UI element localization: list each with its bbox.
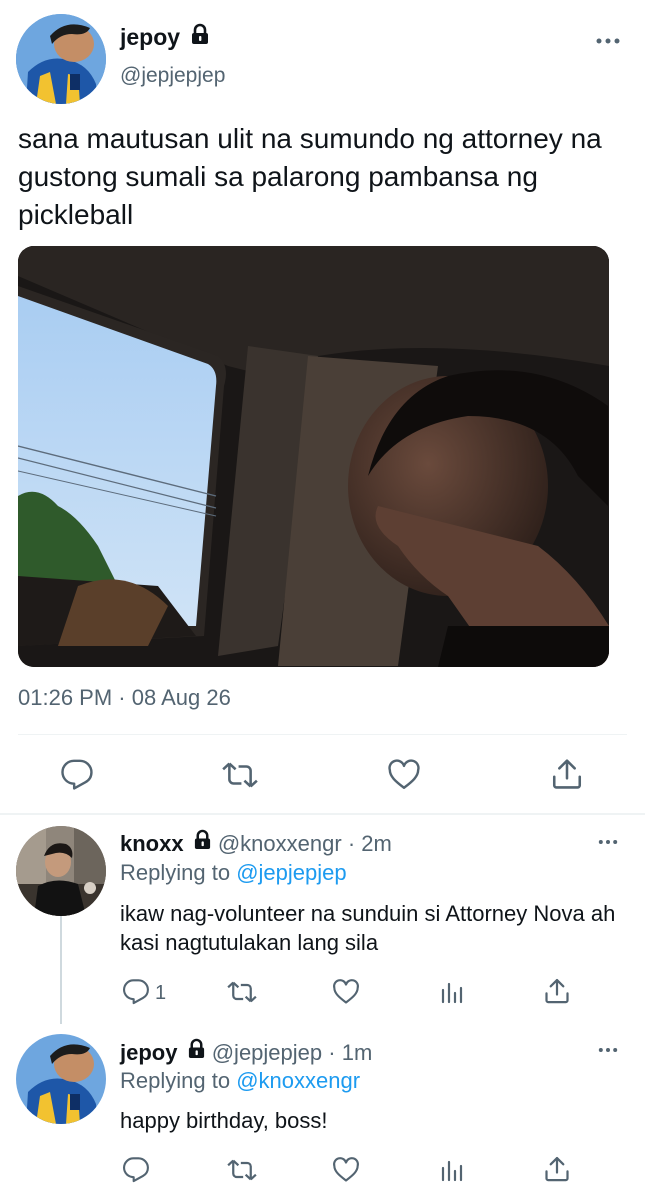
reply-icon[interactable] — [122, 978, 150, 1006]
like-heart-icon[interactable] — [386, 758, 422, 792]
avatar-photo — [16, 14, 106, 104]
tweet-text: sana mautusan ulit na sumundo ng attorne… — [18, 123, 602, 230]
more-options-icon[interactable] — [597, 838, 619, 846]
section-divider — [0, 813, 645, 815]
author-display-name[interactable]: jepoy — [120, 24, 180, 50]
reply-handle[interactable]: @knoxxengr — [218, 831, 342, 856]
tweet-media-photo[interactable] — [18, 246, 609, 667]
car-window-photo — [18, 246, 609, 667]
share-icon[interactable] — [550, 756, 584, 792]
avatar-photo — [16, 826, 106, 916]
reply-display-name[interactable]: jepoy — [120, 1040, 177, 1065]
like-heart-icon[interactable] — [331, 978, 361, 1006]
replying-to-line: Replying to @jepjepjep — [120, 859, 347, 887]
lock-icon — [193, 829, 212, 857]
retweet-icon[interactable] — [227, 978, 257, 1006]
reply-text: ikaw nag-volunteer na sunduin si Attorne… — [120, 901, 616, 955]
replying-to-label: Replying to — [120, 860, 231, 885]
analytics-icon[interactable] — [440, 1158, 464, 1182]
more-options-icon[interactable] — [596, 36, 620, 46]
reply-count: 1 — [155, 982, 167, 1004]
lock-icon — [187, 1038, 206, 1066]
replying-to-handle[interactable]: @knoxxengr — [236, 1068, 360, 1093]
author-avatar[interactable] — [16, 14, 106, 104]
reply-time[interactable]: · 1m — [328, 1040, 372, 1065]
divider — [18, 734, 627, 735]
replying-to-handle[interactable]: @jepjepjep — [236, 860, 346, 885]
replying-to-label: Replying to — [120, 1068, 231, 1093]
reply-display-name[interactable]: knoxx — [120, 831, 184, 856]
share-icon[interactable] — [543, 977, 571, 1005]
avatar-photo — [16, 1034, 106, 1124]
reply-header: jepoy @jepjepjep · 1m — [120, 1038, 372, 1067]
reply-icon[interactable] — [122, 1156, 150, 1184]
analytics-icon[interactable] — [440, 980, 464, 1004]
retweet-icon[interactable] — [222, 758, 258, 792]
author-handle[interactable]: @jepjepjep — [120, 62, 225, 90]
reply-time[interactable]: · 2m — [348, 831, 392, 856]
author-name-row: jepoy — [120, 22, 210, 52]
retweet-icon[interactable] — [227, 1156, 257, 1184]
more-options-icon[interactable] — [597, 1046, 619, 1054]
reply-author-avatar[interactable] — [16, 1034, 106, 1124]
reply-author-avatar[interactable] — [16, 826, 106, 916]
reply-handle[interactable]: @jepjepjep — [212, 1040, 322, 1065]
tweet-timestamp[interactable]: 01:26 PM · 08 Aug 26 — [18, 684, 231, 712]
thread-line — [60, 916, 62, 1024]
reply-icon[interactable] — [60, 758, 94, 792]
replying-to-line: Replying to @knoxxengr — [120, 1067, 360, 1095]
like-heart-icon[interactable] — [331, 1156, 361, 1184]
reply-text: happy birthday, boss! — [120, 1108, 328, 1133]
share-icon[interactable] — [543, 1155, 571, 1183]
lock-icon — [190, 22, 210, 52]
reply-header: knoxx @knoxxengr · 2m — [120, 829, 392, 858]
